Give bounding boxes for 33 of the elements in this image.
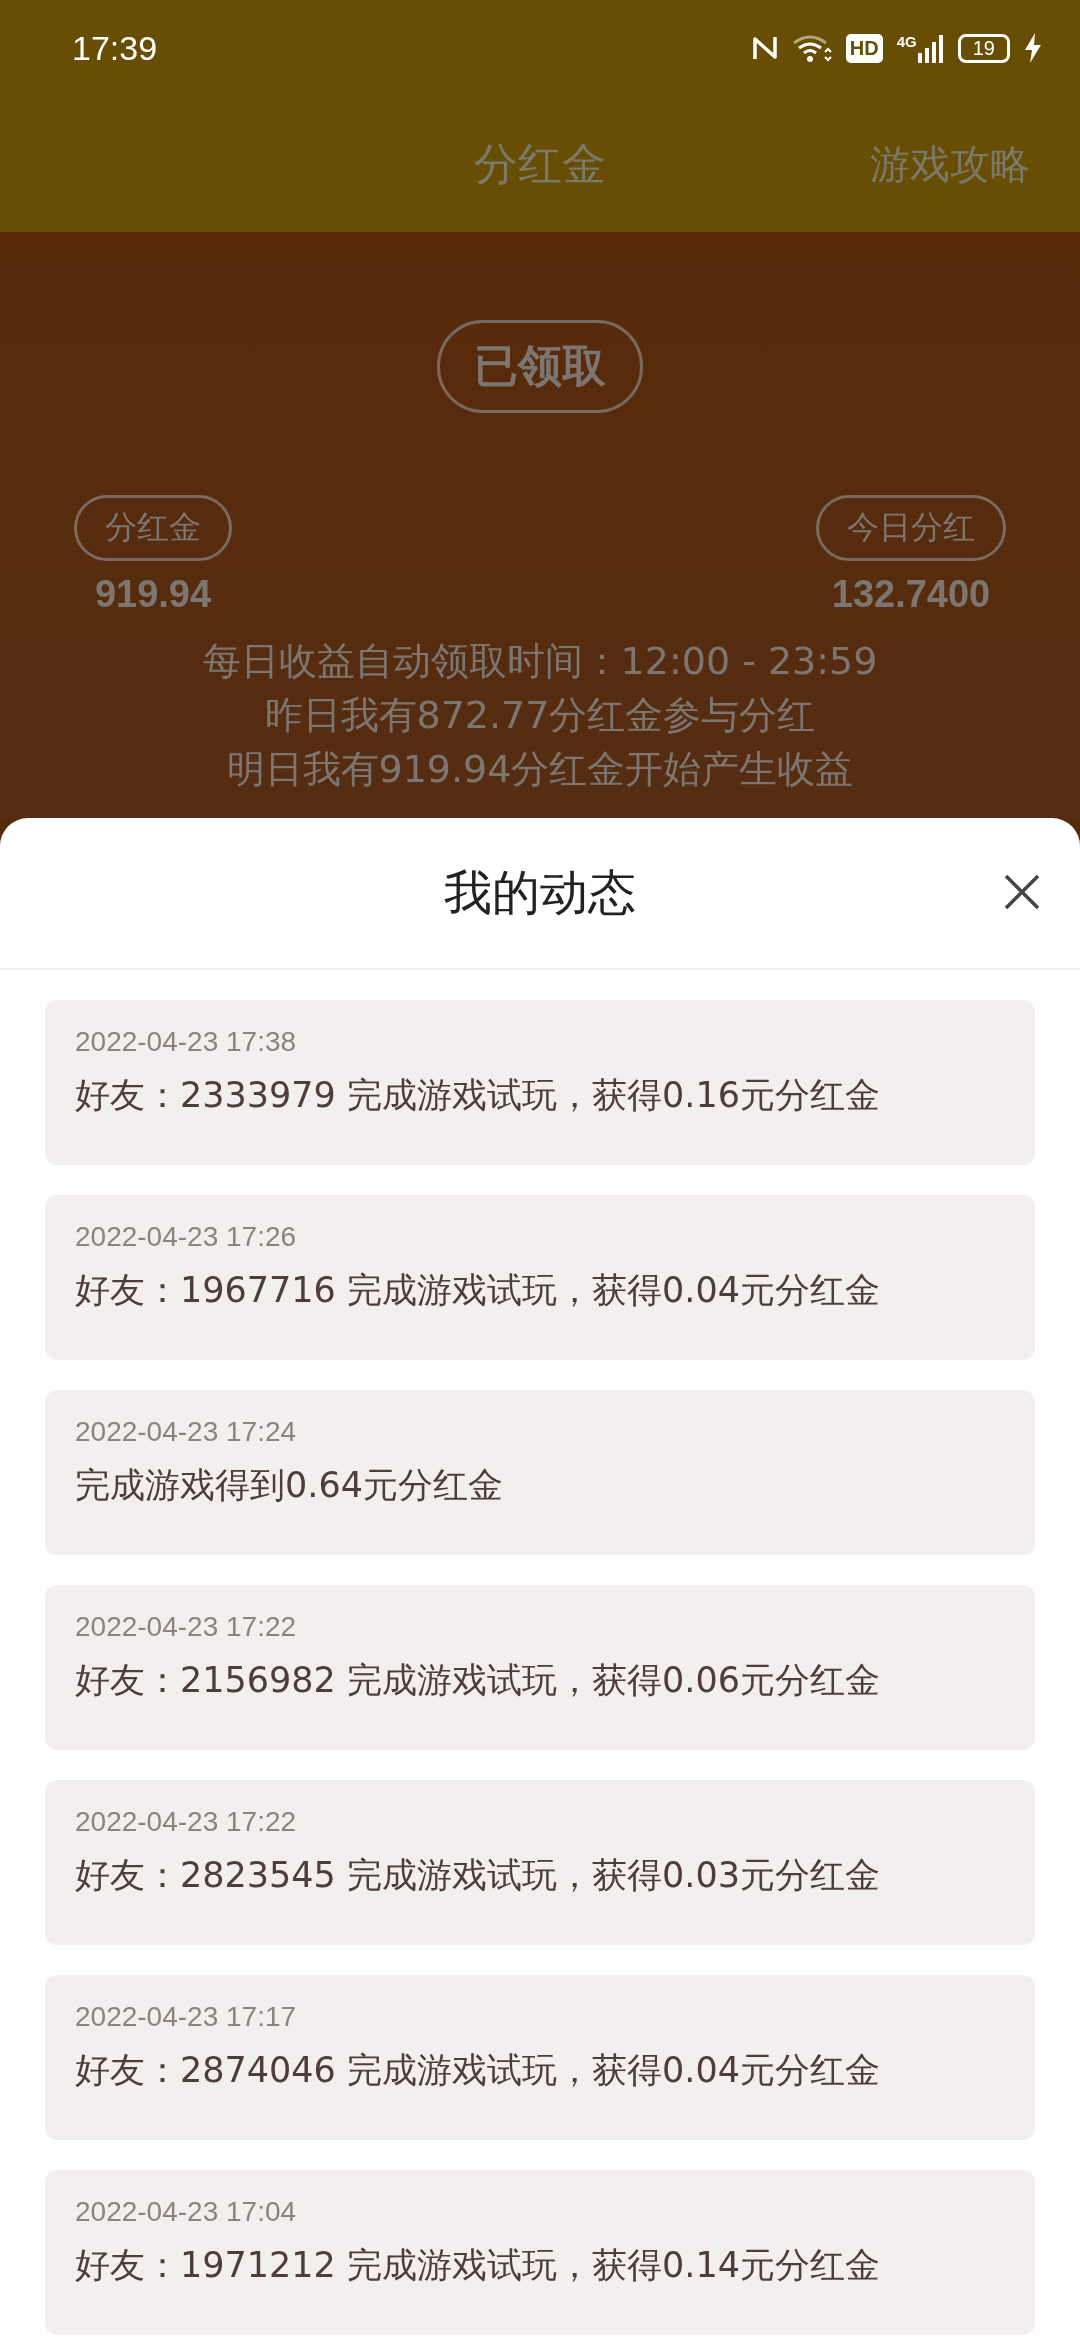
stat-value: 919.94 <box>94 573 212 616</box>
sheet-title: 我的动态 <box>444 863 636 922</box>
battery-indicator: 19 <box>957 33 1010 63</box>
info-text: 昨日我有872.77分红金参与分红 <box>264 692 816 739</box>
activity-text: 好友：2823545 完成游戏试玩，获得0.03元分红金 <box>75 1854 881 1897</box>
activity-text: 好友：1967716 完成游戏试玩，获得0.04元分红金 <box>75 1269 881 1312</box>
info-text: 每日收益自动领取时间：12:00 - 23:59 <box>202 638 878 685</box>
wifi-icon <box>791 33 832 63</box>
page-title: 分红金 <box>474 136 606 191</box>
signal-icon <box>917 33 944 63</box>
activity-time: 2022-04-23 17:22 <box>75 1611 298 1643</box>
claimed-button[interactable]: 已领取 <box>437 320 643 413</box>
close-icon[interactable] <box>1004 874 1040 910</box>
game-guide-link[interactable]: 游戏攻略 <box>870 136 1030 192</box>
stat-label: 今日分红 <box>816 495 1006 561</box>
activity-time: 2022-04-23 17:04 <box>75 2196 298 2228</box>
network-type: 4G <box>896 33 917 50</box>
status-time: 17:39 <box>72 28 158 68</box>
activity-time: 2022-04-23 17:38 <box>75 1026 298 1058</box>
stat-value: 132.7400 <box>831 573 991 616</box>
activity-text: 完成游戏得到0.64元分红金 <box>75 1464 504 1507</box>
activity-time: 2022-04-23 17:17 <box>75 2001 298 2033</box>
activity-text: 好友：1971212 完成游戏试玩，获得0.14元分红金 <box>75 2244 881 2287</box>
activity-time: 2022-04-23 17:22 <box>75 1806 298 1838</box>
activity-text: 好友：2874046 完成游戏试玩，获得0.04元分红金 <box>75 2049 881 2092</box>
stat-label: 分红金 <box>74 495 232 561</box>
activity-text: 好友：2333979 完成游戏试玩，获得0.16元分红金 <box>75 1074 881 1117</box>
activity-time: 2022-04-23 17:26 <box>75 1221 298 1253</box>
info-text: 明日我有919.94分红金开始产生收益 <box>226 746 854 793</box>
activity-text: 好友：2156982 完成游戏试玩，获得0.06元分红金 <box>75 1659 881 1702</box>
activity-time: 2022-04-23 17:24 <box>75 1416 298 1448</box>
hd-badge: HD <box>845 33 883 63</box>
charging-icon <box>1024 33 1042 63</box>
